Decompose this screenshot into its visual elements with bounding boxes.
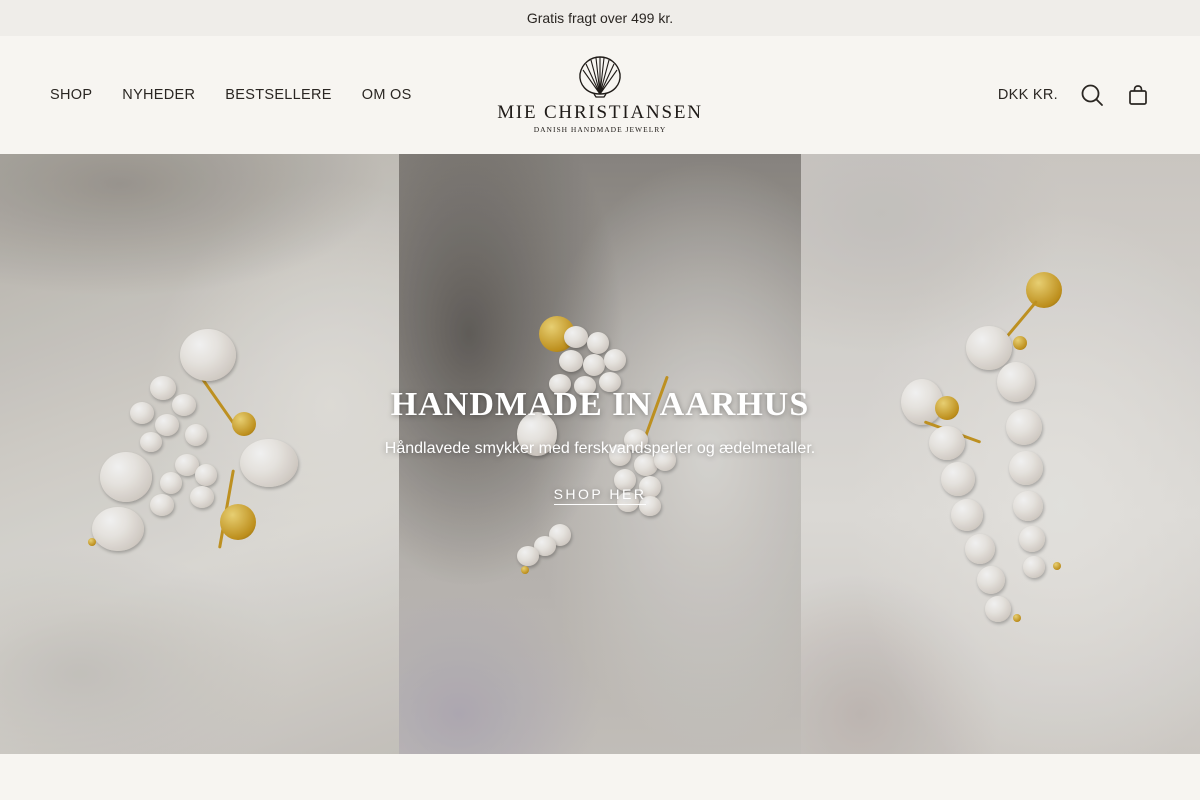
logo-tagline: DANISH HANDMADE JEWELRY (533, 125, 667, 134)
nav-item-om-os[interactable]: OM OS (362, 87, 412, 103)
search-icon[interactable] (1080, 83, 1104, 107)
logo-name: MIE CHRISTIANSEN (497, 102, 703, 123)
currency-selector[interactable]: DKK KR. (998, 87, 1058, 103)
hero-content: HANDMADE IN AARHUS Håndlavede smykker me… (300, 386, 900, 505)
shell-icon (579, 56, 621, 98)
hero-banner: HANDMADE IN AARHUS Håndlavede smykker me… (0, 154, 1200, 754)
header-actions: DKK KR. (998, 36, 1150, 154)
shop-now-link[interactable]: SHOP HER (553, 486, 647, 505)
nav-item-shop[interactable]: SHOP (50, 87, 92, 103)
main-nav: SHOP NYHEDER BESTSELLERE OM OS (50, 36, 412, 154)
page-continuation (0, 754, 1200, 800)
hero-title: HANDMADE IN AARHUS (390, 386, 810, 423)
nav-item-nyheder[interactable]: NYHEDER (122, 87, 195, 103)
hero-subtitle: Håndlavede smykker med ferskvandsperler … (384, 440, 816, 457)
nav-item-bestsellere[interactable]: BESTSELLERE (225, 87, 331, 103)
site-logo[interactable]: MIE CHRISTIANSEN DANISH HANDMADE JEWELRY (480, 54, 720, 138)
announcement-text: Gratis fragt over 499 kr. (526, 10, 674, 26)
bag-icon[interactable] (1126, 83, 1150, 107)
announcement-bar: Gratis fragt over 499 kr. (0, 0, 1200, 36)
site-header: SHOP NYHEDER BESTSELLERE OM OS MIE CHRIS… (0, 36, 1200, 154)
